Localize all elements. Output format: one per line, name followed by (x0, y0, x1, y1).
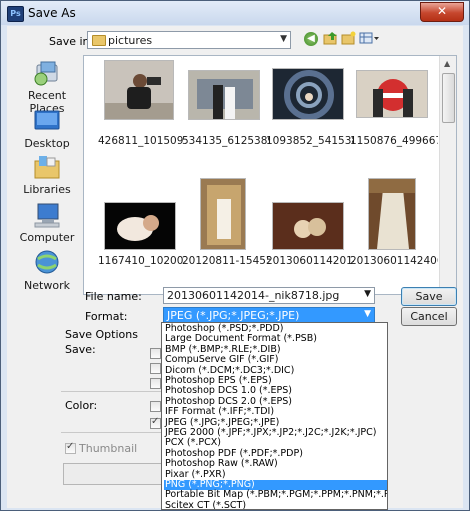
format-label: Format: (85, 310, 128, 323)
title-bar[interactable]: Ps Save As ✕ (1, 1, 469, 25)
new-folder-button[interactable] (341, 31, 359, 47)
thumbnail-label: Thumbnail (79, 442, 138, 455)
color-label: Color: (65, 399, 98, 412)
save-as-dialog: Ps Save As ✕ Save in: pictures ▼ ◀ Recen… (0, 0, 470, 511)
close-icon: ✕ (436, 4, 448, 18)
recent-places-icon (34, 61, 58, 86)
up-folder-button[interactable] (323, 31, 341, 47)
file-name-input[interactable]: 20130601142014-_nik8718.jpg ▼ (163, 287, 375, 304)
place-libraries[interactable]: Libraries (11, 153, 83, 196)
save-label: Save: (65, 343, 96, 356)
desktop-icon (34, 110, 60, 130)
warning-box (63, 463, 163, 485)
divider (61, 432, 161, 433)
save-options-heading: Save Options (65, 328, 138, 341)
file-thumbnail (188, 70, 260, 120)
color-option-checkbox[interactable] (150, 401, 161, 412)
cancel-button[interactable]: Cancel (401, 307, 457, 326)
computer-icon (34, 203, 60, 228)
divider (61, 391, 161, 392)
file-thumbnail (200, 178, 246, 250)
vertical-scrollbar[interactable]: ▲ (439, 56, 456, 294)
back-button[interactable]: ◀ (303, 31, 321, 47)
scrollbar-thumb[interactable] (442, 73, 455, 123)
views-menu-button[interactable] (359, 31, 381, 47)
thumbnail-checkbox[interactable] (65, 441, 76, 454)
file-thumbnail (368, 178, 416, 250)
place-desktop[interactable]: Desktop (11, 107, 83, 150)
new-folder-icon (341, 31, 356, 45)
file-thumbnail (104, 202, 176, 250)
save-in-dropdown[interactable]: pictures ▼ (87, 31, 291, 49)
file-thumbnail (272, 68, 344, 120)
network-icon (35, 250, 59, 274)
views-icon (359, 32, 379, 44)
file-thumbnail (356, 70, 428, 118)
folder-icon (92, 35, 106, 46)
close-button[interactable]: ✕ (420, 2, 464, 22)
format-dropdown-list[interactable]: Photoshop (*.PSD;*.PDD) Large Document F… (161, 322, 388, 510)
up-folder-icon (323, 32, 337, 45)
chevron-down-icon: ▼ (280, 34, 287, 44)
file-thumbnail (272, 202, 344, 250)
color-option-checkbox[interactable] (150, 416, 161, 429)
chevron-down-icon[interactable]: ▼ (364, 309, 371, 319)
format-option[interactable]: Scitex CT (*.SCT) (164, 500, 387, 509)
place-computer[interactable]: Computer (11, 201, 83, 244)
save-button[interactable]: Save (401, 287, 457, 306)
file-name-label: File name: (85, 290, 142, 303)
scroll-up-icon[interactable]: ▲ (444, 59, 450, 68)
place-network[interactable]: Network (11, 249, 83, 292)
window-title: Save As (28, 6, 76, 20)
file-list[interactable]: 426811_10150975... 534135_61253895... 10… (83, 55, 457, 295)
save-option-checkbox[interactable] (150, 348, 161, 359)
save-option-checkbox[interactable] (150, 378, 161, 389)
current-folder: pictures (108, 34, 153, 47)
back-arrow-icon: ◀ (304, 32, 318, 46)
save-option-checkbox[interactable] (150, 363, 161, 374)
photoshop-icon: Ps (7, 6, 24, 22)
file-thumbnail (104, 60, 174, 120)
libraries-icon (34, 156, 60, 179)
chevron-down-icon[interactable]: ▼ (364, 289, 371, 299)
